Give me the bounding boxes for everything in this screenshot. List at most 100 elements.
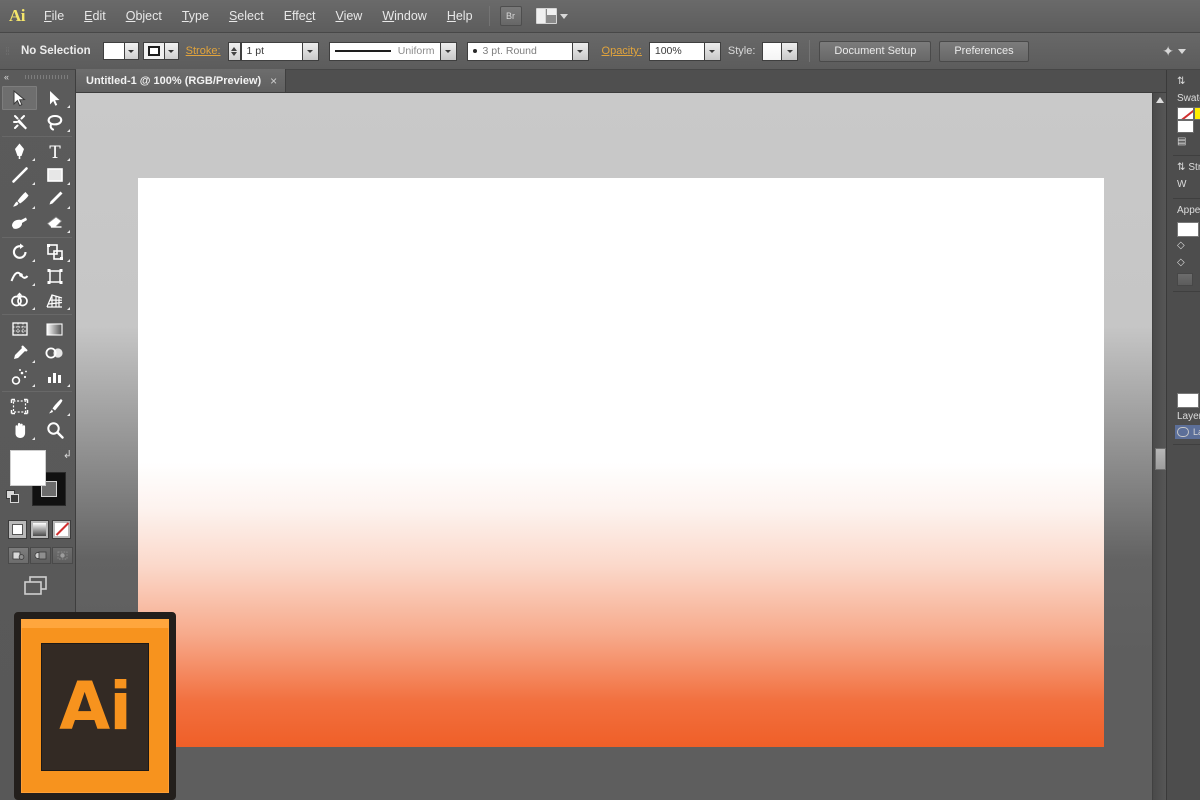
- tool-perspective-grid[interactable]: [37, 288, 72, 312]
- tool-magic-wand[interactable]: [2, 110, 37, 134]
- stroke-label-link[interactable]: Stroke:: [181, 45, 226, 57]
- stroke-swatch-control[interactable]: [142, 42, 179, 60]
- swatches-footer-icons[interactable]: ▤: [1175, 133, 1200, 150]
- preferences-button[interactable]: Preferences: [939, 40, 1029, 62]
- layers-panel[interactable]: Layers Layer 1: [1173, 387, 1200, 445]
- swatch-white-2[interactable]: [1177, 120, 1194, 133]
- menu-edit[interactable]: Edit: [74, 0, 116, 33]
- tool-pencil[interactable]: [37, 187, 72, 211]
- tool-artboard[interactable]: [2, 394, 37, 418]
- tool-hand[interactable]: [2, 418, 37, 442]
- tool-eyedropper[interactable]: [2, 341, 37, 365]
- document-setup-button[interactable]: Document Setup: [819, 40, 932, 62]
- menu-view[interactable]: View: [325, 0, 372, 33]
- fill-swatch[interactable]: [102, 42, 125, 60]
- tool-pen[interactable]: [2, 139, 37, 163]
- arrange-documents-button[interactable]: [535, 8, 568, 24]
- paint-mode-gradient[interactable]: [30, 520, 49, 539]
- graphic-style-dropdown[interactable]: [782, 41, 799, 61]
- opacity-label-link[interactable]: Opacity:: [597, 45, 647, 57]
- paint-mode-none[interactable]: [52, 520, 71, 539]
- draw-inside-mode-button[interactable]: [52, 547, 73, 564]
- graphic-style-swatch[interactable]: [762, 41, 783, 61]
- swap-fill-stroke-icon[interactable]: ↲: [63, 448, 72, 461]
- tool-zoom[interactable]: [37, 418, 72, 442]
- fill-swatch-dropdown[interactable]: [124, 42, 139, 60]
- tool-slice[interactable]: [37, 394, 72, 418]
- appearance-fill-swatch[interactable]: [1177, 222, 1199, 237]
- menu-object[interactable]: Object: [116, 0, 172, 33]
- tool-type[interactable]: T: [37, 139, 72, 163]
- stroke-swatch-dropdown[interactable]: [164, 42, 179, 60]
- stroke-swatch[interactable]: [142, 42, 165, 60]
- tool-direct-selection[interactable]: [37, 86, 72, 110]
- stroke-weight-stepper[interactable]: [227, 41, 241, 61]
- opacity-input[interactable]: 100%: [648, 41, 705, 61]
- paint-mode-color[interactable]: [8, 520, 27, 539]
- document-tab[interactable]: Untitled-1 @ 100% (RGB/Preview) ×: [76, 69, 287, 92]
- swatch-yellow[interactable]: [1194, 107, 1200, 120]
- eye-icon[interactable]: [1177, 427, 1189, 437]
- tool-blob-brush[interactable]: [2, 211, 37, 235]
- appearance-panel[interactable]: Appearance ◇ ◇: [1173, 199, 1200, 292]
- draw-behind-mode-button[interactable]: [30, 547, 51, 564]
- fill-swatch-control[interactable]: [102, 42, 139, 60]
- toolbar-fill-swatch[interactable]: [10, 450, 46, 486]
- menu-help[interactable]: Help: [437, 0, 483, 33]
- default-fill-stroke-icon[interactable]: [6, 490, 20, 504]
- brush-definition-dropdown[interactable]: [572, 41, 589, 61]
- width-profile-dropdown[interactable]: [440, 41, 457, 61]
- width-profile-control[interactable]: Uniform: [328, 41, 457, 61]
- stroke-weight-dropdown[interactable]: [302, 41, 319, 61]
- stroke-weight-input[interactable]: 1 pt: [240, 41, 303, 61]
- tools-panel-collapse[interactable]: «: [0, 70, 75, 84]
- tool-symbol-sprayer[interactable]: [2, 365, 37, 389]
- tool-lasso[interactable]: [37, 110, 72, 134]
- swatches-panel[interactable]: ⇅ Swatches ▤: [1173, 70, 1200, 156]
- tool-rotate[interactable]: [2, 240, 37, 264]
- tool-shape-builder[interactable]: [2, 288, 37, 312]
- scrollbar-thumb[interactable]: [1155, 448, 1166, 470]
- draw-normal-mode-button[interactable]: [8, 547, 29, 564]
- appearance-row-stroke[interactable]: ◇: [1175, 237, 1200, 254]
- scroll-up-icon[interactable]: [1156, 97, 1164, 103]
- menu-effect[interactable]: Effect: [274, 0, 326, 33]
- tool-width[interactable]: [2, 264, 37, 288]
- bridge-icon[interactable]: Br: [499, 6, 522, 26]
- menu-window[interactable]: Window: [372, 0, 436, 33]
- swatches-grid[interactable]: [1175, 107, 1200, 133]
- screen-mode-button[interactable]: [22, 574, 75, 601]
- control-bar-grip[interactable]: ::::::: [2, 33, 11, 70]
- menu-file[interactable]: File: [34, 0, 74, 33]
- stroke-weight-control[interactable]: 1 pt: [227, 41, 319, 61]
- tool-paintbrush[interactable]: [2, 187, 37, 211]
- brush-definition-input[interactable]: 3 pt. Round: [466, 41, 573, 61]
- tool-gradient[interactable]: [37, 317, 72, 341]
- canvas-area[interactable]: [76, 93, 1166, 800]
- tool-free-transform[interactable]: [37, 264, 72, 288]
- tool-scale[interactable]: [37, 240, 72, 264]
- tool-rectangle[interactable]: [37, 163, 72, 187]
- tool-column-graph[interactable]: [37, 365, 72, 389]
- tool-line-segment[interactable]: [2, 163, 37, 187]
- tool-blend[interactable]: [37, 341, 72, 365]
- appearance-add-button[interactable]: [1177, 273, 1193, 286]
- stroke-panel[interactable]: ⇅ Stroke W: [1173, 156, 1200, 199]
- control-bar-options-menu[interactable]: ✦: [1162, 44, 1200, 58]
- width-profile-input[interactable]: Uniform: [328, 41, 441, 61]
- tool-selection[interactable]: [2, 86, 37, 110]
- vertical-scrollbar[interactable]: [1152, 93, 1166, 800]
- tools-panel-grip[interactable]: [25, 75, 69, 79]
- appearance-row-fill[interactable]: ◇: [1175, 254, 1200, 271]
- swatch-none[interactable]: [1177, 107, 1194, 120]
- opacity-dropdown[interactable]: [704, 41, 721, 61]
- panel-collapse-icon[interactable]: ⇅: [1175, 73, 1200, 90]
- panel-expand-icon[interactable]: ⇅: [1177, 162, 1185, 173]
- close-icon[interactable]: ×: [270, 75, 277, 87]
- menu-select[interactable]: Select: [219, 0, 274, 33]
- menu-type[interactable]: Type: [172, 0, 219, 33]
- tool-eraser[interactable]: [37, 211, 72, 235]
- brush-definition-control[interactable]: 3 pt. Round: [466, 41, 589, 61]
- opacity-control[interactable]: 100%: [648, 41, 721, 61]
- artboard[interactable]: [138, 178, 1104, 747]
